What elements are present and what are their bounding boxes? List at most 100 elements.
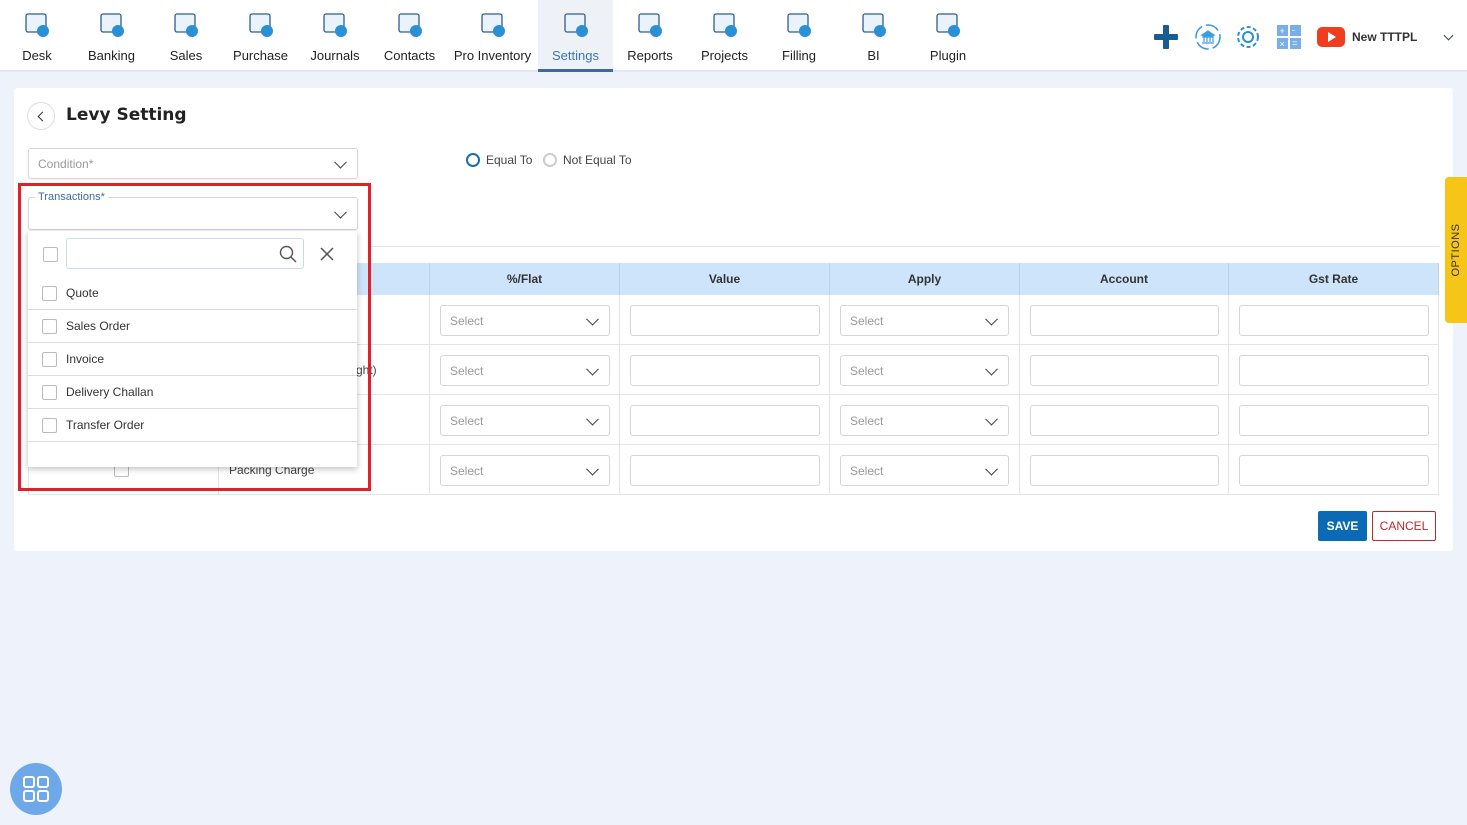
nav-item-journals[interactable]: Journals: [298, 0, 372, 72]
nav-item-banking[interactable]: Banking: [74, 0, 149, 72]
right-toolbar: + - × = New TTTPL: [1153, 22, 1454, 52]
inventory-icon: [478, 10, 508, 40]
nav-label: Desk: [22, 48, 52, 63]
nav-item-sales[interactable]: Sales: [149, 0, 223, 72]
select-placeholder: Select: [850, 463, 884, 478]
grid-icon: [23, 776, 49, 802]
radio-equal-to[interactable]: Equal To: [466, 153, 532, 167]
select-placeholder: Select: [850, 413, 884, 428]
nav-item-purchase[interactable]: Purchase: [223, 0, 298, 72]
nav-label: BI: [867, 48, 880, 63]
nav-item-contacts[interactable]: Contacts: [372, 0, 447, 72]
chevron-down-icon: [985, 362, 998, 376]
percent-flat-select[interactable]: Select: [440, 455, 610, 486]
chevron-down-icon: [586, 412, 599, 426]
select-placeholder: Select: [850, 363, 884, 378]
account-input[interactable]: [1030, 405, 1219, 436]
nav-label: Banking: [88, 48, 135, 63]
plugin-icon: [933, 10, 963, 40]
chevron-left-icon: [37, 111, 48, 121]
account-input[interactable]: [1030, 305, 1219, 336]
contacts-icon: [395, 10, 425, 40]
nav-item-bi[interactable]: BI: [836, 0, 911, 72]
svg-text:-: -: [1292, 25, 1295, 35]
gear-icon[interactable]: [1234, 23, 1262, 51]
sales-icon: [171, 10, 201, 40]
back-button[interactable]: [27, 102, 55, 130]
apply-select[interactable]: Select: [840, 405, 1009, 436]
account-input[interactable]: [1030, 455, 1219, 486]
bank-icon: [97, 10, 127, 40]
chevron-down-icon: [985, 462, 998, 476]
chevron-down-icon: [985, 312, 998, 326]
settings-icon: [561, 10, 591, 40]
value-input[interactable]: [630, 305, 820, 336]
column-header: Gst Rate: [1229, 263, 1439, 295]
nav-label: Journals: [310, 48, 360, 63]
column-header: Account: [1020, 263, 1229, 295]
nav-label: Purchase: [233, 48, 288, 63]
gst-rate-input[interactable]: [1239, 355, 1429, 386]
apply-select[interactable]: Select: [840, 355, 1009, 386]
percent-flat-select[interactable]: Select: [440, 355, 610, 386]
column-header: Value: [620, 263, 830, 295]
radio-icon: [466, 153, 480, 167]
condition-placeholder: Condition*: [38, 156, 94, 171]
projects-icon: [710, 10, 740, 40]
nav-item-desk[interactable]: Desk: [0, 0, 74, 72]
chevron-down-icon: [586, 362, 599, 376]
top-nav: Desk Banking Sales Purchase Journals Con…: [0, 0, 1467, 72]
condition-select[interactable]: Condition*: [28, 148, 358, 179]
bank-sync-icon[interactable]: [1193, 22, 1223, 52]
nav-item-projects[interactable]: Projects: [687, 0, 762, 72]
nav-item-settings[interactable]: Settings: [538, 0, 613, 72]
nav-label: Settings: [552, 48, 599, 63]
cancel-button[interactable]: CANCEL: [1372, 511, 1436, 541]
apply-select[interactable]: Select: [840, 305, 1009, 336]
nav-item-reports[interactable]: Reports: [613, 0, 687, 72]
chevron-down-icon: [586, 462, 599, 476]
select-placeholder: Select: [850, 313, 884, 328]
account-input[interactable]: [1030, 355, 1219, 386]
column-header: %/Flat: [430, 263, 620, 295]
value-input[interactable]: [630, 355, 820, 386]
value-input[interactable]: [630, 455, 820, 486]
nav-item-pro-inventory[interactable]: Pro Inventory: [447, 0, 538, 72]
desk-icon: [22, 10, 52, 40]
gst-rate-input[interactable]: [1239, 405, 1429, 436]
save-button[interactable]: SAVE: [1318, 511, 1367, 541]
nav-label: Filling: [782, 48, 816, 63]
nav-label: Sales: [169, 48, 203, 63]
percent-flat-select[interactable]: Select: [440, 305, 610, 336]
divider: [370, 246, 1440, 247]
radio-not-equal-to[interactable]: Not Equal To: [543, 153, 632, 167]
youtube-icon[interactable]: [1317, 27, 1345, 47]
percent-flat-select[interactable]: Select: [440, 405, 610, 436]
select-placeholder: Select: [450, 363, 484, 378]
add-icon[interactable]: [1153, 24, 1179, 50]
nav-item-plugin[interactable]: Plugin: [911, 0, 985, 72]
apply-select[interactable]: Select: [840, 455, 1009, 486]
apps-grid-button[interactable]: [10, 763, 62, 815]
svg-text:+: +: [1280, 26, 1285, 36]
gst-rate-input[interactable]: [1239, 455, 1429, 486]
nav-label: Reports: [627, 48, 673, 63]
nav-label: Projects: [701, 48, 748, 63]
highlight-box: [18, 183, 371, 491]
page-title: Levy Setting: [66, 105, 187, 125]
options-tab[interactable]: OPTIONS: [1445, 177, 1467, 323]
nav-item-filling[interactable]: Filling: [762, 0, 836, 72]
radio-label: Equal To: [486, 153, 533, 167]
radio-label: Not Equal To: [563, 153, 632, 167]
value-input[interactable]: [630, 405, 820, 436]
company-name[interactable]: New TTTPL: [1352, 30, 1417, 44]
gst-rate-input[interactable]: [1239, 305, 1429, 336]
radio-icon: [543, 153, 557, 167]
svg-text:×: ×: [1280, 39, 1285, 49]
nav-label: Contacts: [383, 48, 436, 63]
bi-icon: [859, 10, 889, 40]
select-placeholder: Select: [450, 413, 484, 428]
chevron-down-icon[interactable]: [1443, 30, 1454, 40]
calculator-icon[interactable]: + -× =: [1277, 25, 1301, 49]
nav-label: Plugin: [929, 48, 967, 63]
